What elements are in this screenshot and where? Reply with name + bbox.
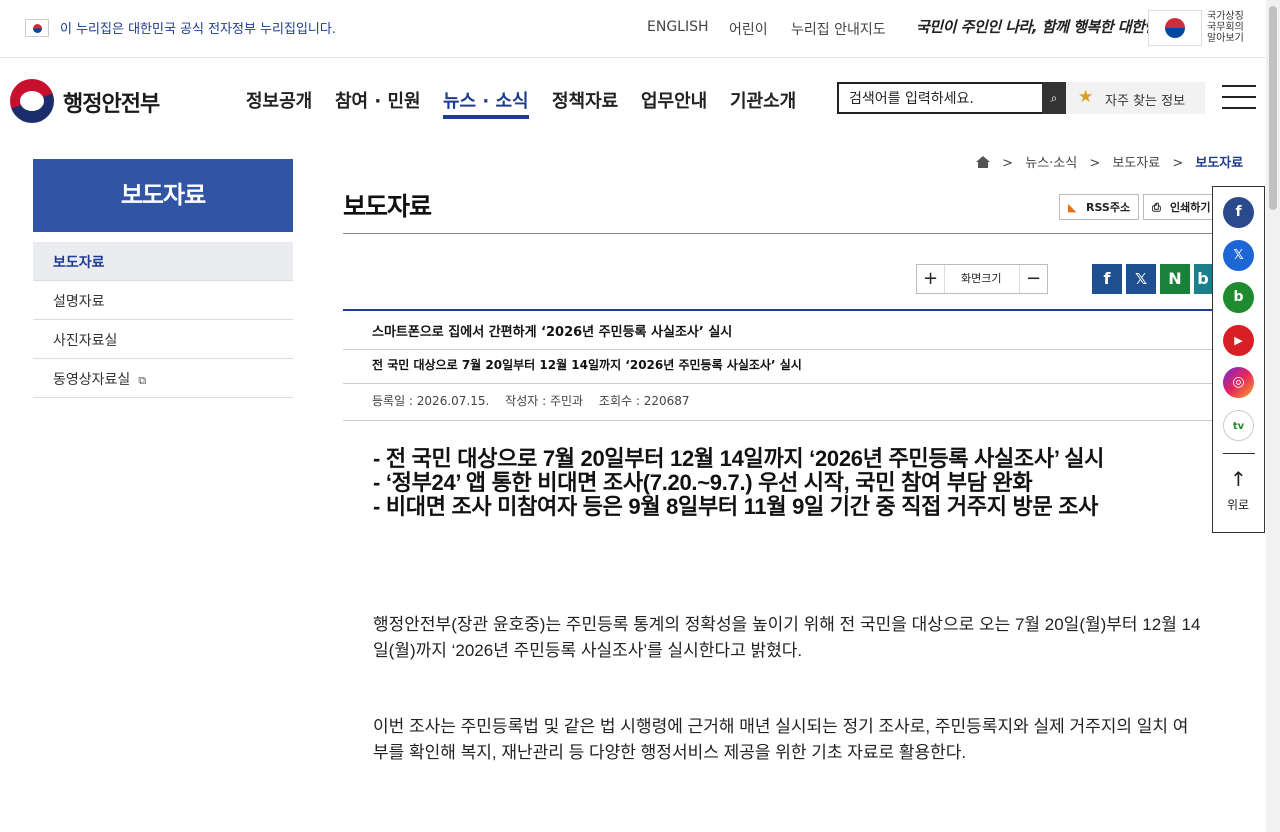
search-icon[interactable]: ⌕ — [1042, 82, 1066, 114]
nav-info-disclosure[interactable]: 정보공개 — [246, 87, 312, 113]
nav-participation[interactable]: 참여 · 민원 — [335, 87, 421, 113]
breadcrumb: > 뉴스·소식 > 보도자료 > 보도자료 — [976, 152, 1243, 171]
breadcrumb-separator: > — [1172, 156, 1184, 171]
site-header: 행정안전부 정보공개 참여 · 민원 뉴스 · 소식 정책자료 업무안내 기관소… — [0, 59, 1266, 141]
gov-slogan: 국민이 주인인 나라, 함께 행복한 대한민국 — [916, 18, 1171, 36]
symbol-text-line-1: 국가상징 — [1207, 11, 1244, 22]
gov-banner: 이 누리집은 대한민국 공식 전자정부 누리집입니다. ENGLISH 어린이 … — [0, 0, 1266, 58]
lnb-item-label: 보도자료 — [53, 255, 105, 271]
article-paragraph: 이번 조사는 주민등록법 및 같은 법 시행령에 근거해 매년 실시되는 정기 … — [373, 717, 1189, 762]
ministry-logo-icon[interactable] — [10, 79, 54, 123]
zoom-label: 화면크기 — [961, 272, 1002, 285]
breadcrumb-news[interactable]: 뉴스·소식 — [1025, 156, 1077, 171]
summary-line: - ‘정부24’ 앱 통한 비대면 조사(7.20.~9.7.) 우선 시작, … — [373, 470, 1033, 495]
symbol-text-line-3: 알아보기 — [1207, 33, 1244, 44]
zoom-in-button[interactable]: + — [917, 265, 945, 293]
lnb-item-press-release[interactable]: 보도자료 — [33, 242, 293, 281]
article-paragraph: 행정안전부(장관 윤호중)는 주민등록 통계의 정확성을 높이기 위해 전 국민… — [373, 615, 1201, 660]
article-summary: - 전 국민 대상으로 7월 20일부터 12월 14일까지 ‘2026년 주민… — [373, 447, 1104, 519]
nav-news[interactable]: 뉴스 · 소식 — [443, 87, 529, 119]
lnb-item-label: 사진자료실 — [53, 333, 118, 349]
x-icon[interactable]: 𝕏 — [1223, 240, 1254, 271]
lnb-item-video[interactable]: 동영상자료실 ⧉ — [33, 359, 293, 398]
sitemap-link[interactable]: 누리집 안내지도 — [791, 19, 886, 39]
quick-divider — [1223, 453, 1255, 454]
article-date: 등록일 : 2026.07.15. — [372, 394, 490, 408]
print-label: 인쇄하기 — [1170, 201, 1211, 214]
article-author: 작성자 : 주민과 — [505, 394, 584, 408]
zoom-out-button[interactable]: − — [1019, 265, 1047, 293]
nav-business[interactable]: 업무안내 — [641, 87, 707, 113]
page-title: 보도자료 — [343, 192, 432, 221]
lnb-title: 보도자료 — [33, 159, 293, 232]
article-meta: 등록일 : 2026.07.15. 작성자 : 주민과 조회수 : 220687 — [343, 384, 1218, 421]
zoom-control: + 화면크기 − — [916, 264, 1048, 294]
rss-button[interactable]: ◣ RSS주소 — [1059, 194, 1140, 220]
star-icon: ★ — [1078, 87, 1094, 107]
scroll-top-button[interactable]: 위로 — [1227, 496, 1249, 513]
breadcrumb-separator: > — [1089, 156, 1101, 171]
lnb-item-label: 동영상자료실 — [53, 372, 131, 388]
national-symbol-icon[interactable] — [1148, 10, 1202, 46]
x-share-icon[interactable]: 𝕏 — [1126, 264, 1156, 294]
lnb-item-label: 설명자료 — [53, 294, 105, 310]
logo-text[interactable]: 행정안전부 — [63, 86, 160, 118]
printer-icon: ⎙ — [1152, 201, 1161, 214]
title-divider — [343, 233, 1218, 234]
korean-flag-icon — [25, 19, 49, 37]
facebook-icon[interactable]: f — [1223, 197, 1254, 228]
rss-label: RSS주소 — [1086, 201, 1131, 214]
search-box: ⌕ — [837, 82, 1066, 114]
naver-share-icon[interactable]: N — [1160, 264, 1190, 294]
mois-tv-icon[interactable]: tv — [1223, 410, 1254, 441]
symbol-text-line-2: 국무회의 — [1207, 22, 1244, 33]
nav-policy[interactable]: 정책자료 — [552, 87, 618, 113]
article-subtitle: 전 국민 대상으로 7월 20일부터 12월 14일까지 ‘2026년 주민등록… — [343, 350, 1218, 384]
lnb-item-photo[interactable]: 사진자료실 — [33, 320, 293, 359]
summary-line: - 전 국민 대상으로 7월 20일부터 12월 14일까지 ‘2026년 주민… — [373, 446, 1105, 471]
breadcrumb-current: 보도자료 — [1195, 156, 1244, 171]
article-views: 조회수 : 220687 — [598, 394, 690, 408]
breadcrumb-separator: > — [1002, 156, 1014, 171]
gov-notice[interactable]: 이 누리집은 대한민국 공식 전자정부 누리집입니다. — [60, 18, 336, 37]
print-button[interactable]: ⎙ 인쇄하기 — [1143, 194, 1220, 220]
home-icon[interactable] — [976, 156, 990, 168]
article-title: 스마트폰으로 집에서 간편하게 ‘2026년 주민등록 사실조사’ 실시 — [343, 311, 1218, 350]
band-icon[interactable]: b — [1223, 282, 1254, 313]
scrollbar-thumb[interactable] — [1269, 6, 1277, 210]
facebook-share-icon[interactable]: f — [1092, 264, 1122, 294]
breadcrumb-press[interactable]: 보도자료 — [1112, 156, 1160, 171]
nav-about[interactable]: 기관소개 — [730, 87, 796, 113]
arrow-up-icon[interactable]: ↑ — [1230, 467, 1247, 491]
summary-line: - 비대면 조사 미참여자 등은 9월 8일부터 11월 9일 기간 중 직접 … — [373, 494, 1099, 519]
scrollbar[interactable] — [1266, 0, 1280, 832]
search-input[interactable] — [849, 88, 1039, 110]
rss-icon: ◣ — [1068, 201, 1077, 214]
lnb-item-explanation[interactable]: 설명자료 — [33, 281, 293, 320]
favorites-button[interactable]: ★ 자주 찾는 정보 — [1066, 82, 1205, 114]
new-window-icon: ⧉ — [138, 374, 147, 387]
favorites-label: 자주 찾는 정보 — [1105, 94, 1186, 109]
english-link[interactable]: ENGLISH — [647, 19, 709, 35]
quick-menu: f 𝕏 b ▶ ◎ tv ↑ 위로 — [1212, 186, 1265, 533]
band-share-icon[interactable]: b — [1194, 264, 1212, 294]
instagram-icon[interactable]: ◎ — [1223, 367, 1254, 398]
youtube-icon[interactable]: ▶ — [1223, 325, 1254, 356]
menu-icon[interactable] — [1222, 85, 1256, 109]
kids-link[interactable]: 어린이 — [729, 19, 768, 39]
national-symbol-link[interactable]: 국가상징 국무회의 알아보기 — [1207, 11, 1251, 44]
